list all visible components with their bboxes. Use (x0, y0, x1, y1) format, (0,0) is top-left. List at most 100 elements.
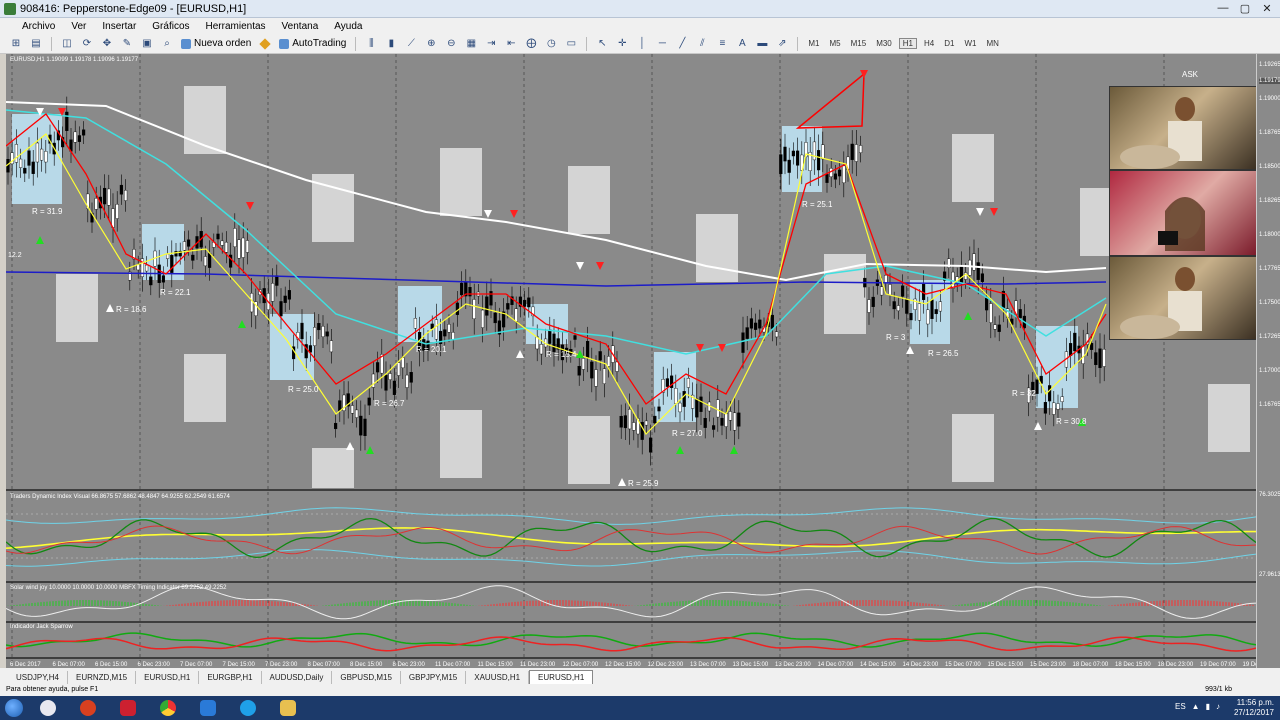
chart-tab[interactable]: EURUSD,H1 (529, 670, 594, 684)
terminal-icon[interactable]: ✎ (119, 36, 135, 52)
indicators-icon[interactable]: ⨁ (523, 36, 539, 52)
timeframe-m5[interactable]: M5 (827, 39, 844, 48)
clock[interactable]: 11:56 p.m. 27/12/2017 (1234, 698, 1274, 718)
new-chart-icon[interactable]: ⊞ (8, 36, 24, 52)
menu-archivo[interactable]: Archivo (6, 21, 63, 32)
chart-tab[interactable]: EURUSD,H1 (136, 671, 200, 684)
up-arrow-icon (618, 478, 626, 486)
market-watch-icon[interactable]: ◫ (59, 36, 75, 52)
menu-graficos[interactable]: Gráficos (144, 21, 197, 32)
chart-tab[interactable]: GBPJPY,M15 (401, 671, 467, 684)
periods-icon[interactable]: ◷ (543, 36, 559, 52)
data-window-icon[interactable]: ⟳ (79, 36, 95, 52)
candle-body (905, 299, 909, 314)
menu-insertar[interactable]: Insertar (94, 21, 144, 32)
crosshair-icon[interactable]: ✛ (614, 36, 630, 52)
candle-body (527, 297, 531, 308)
candle-body (581, 358, 585, 370)
templates-icon[interactable]: ▭ (563, 36, 579, 52)
maximize-button[interactable]: ▢ (1238, 2, 1252, 15)
chart-tab[interactable]: GBPUSD,M15 (332, 671, 401, 684)
candle-body (594, 369, 598, 387)
candle-body (191, 254, 195, 261)
browser-icon[interactable] (70, 697, 106, 719)
navigator-icon[interactable]: ✥ (99, 36, 115, 52)
menu-ver[interactable]: Ver (63, 21, 94, 32)
folder-icon[interactable] (270, 697, 306, 719)
timeframe-h1[interactable]: H1 (898, 38, 917, 49)
zoom-out-icon[interactable]: ⊖ (443, 36, 459, 52)
chart-window[interactable]: R = 31.9 R = 18.6 R = 22.1 R = 25.0 R = 20.1… (6, 54, 1256, 668)
candle-body (934, 309, 938, 315)
timeframe-m15[interactable]: M15 (848, 39, 870, 48)
autotrading-button[interactable]: AutoTrading (277, 36, 348, 52)
candle-body (884, 275, 888, 284)
minimize-button[interactable]: — (1216, 2, 1230, 15)
text-icon[interactable]: A (734, 36, 750, 52)
candle-chart-icon[interactable]: ▮ (383, 36, 399, 52)
candle-body (821, 144, 825, 160)
meta-editor-button[interactable] (257, 36, 273, 52)
candle-body (376, 362, 380, 373)
tester-icon[interactable]: ▣ (139, 36, 155, 52)
candle-body (1098, 348, 1102, 369)
bar-chart-icon[interactable]: ⫼ (363, 36, 379, 52)
vertical-line-icon[interactable]: │ (634, 36, 650, 52)
start-button[interactable] (0, 697, 28, 719)
menu-ayuda[interactable]: Ayuda (326, 21, 370, 32)
timeframe-h4[interactable]: H4 (921, 39, 937, 48)
autotrading-icon (279, 38, 290, 49)
timeframe-w1[interactable]: W1 (961, 39, 979, 48)
r-value-label: R = 27.0 (672, 429, 703, 438)
label-icon[interactable]: ▬ (754, 36, 770, 52)
skype-icon[interactable] (230, 697, 266, 719)
timeframe-mn[interactable]: MN (983, 39, 1001, 48)
chart-tab[interactable]: EURNZD,M15 (68, 671, 137, 684)
chart-tab[interactable]: XAUUSD,H1 (466, 671, 530, 684)
itunes-icon[interactable] (30, 697, 66, 719)
chart-tab[interactable]: USDJPY,H4 (8, 671, 68, 684)
chart-tab[interactable]: EURGBP,H1 (199, 671, 262, 684)
timeframe-d1[interactable]: D1 (941, 39, 957, 48)
channel-icon[interactable]: ⫽ (694, 36, 710, 52)
menu-herramientas[interactable]: Herramientas (198, 21, 274, 32)
volume-icon[interactable]: ♪ (1216, 702, 1220, 711)
chart-tab[interactable]: AUDUSD,Daily (262, 671, 333, 684)
candle-body (745, 327, 749, 339)
chart-shift-icon[interactable]: ⇤ (503, 36, 519, 52)
candle-body (779, 154, 783, 175)
fibonacci-icon[interactable]: ≡ (714, 36, 730, 52)
arrows-icon[interactable]: ⇗ (774, 36, 790, 52)
status-help: Para obtener ayuda, pulse F1 (6, 686, 99, 693)
zoom-in-icon[interactable]: ⊕ (423, 36, 439, 52)
candle-body (775, 331, 779, 338)
r-value-label: R = 30.8 (1056, 417, 1087, 426)
chrome-icon[interactable] (150, 697, 186, 719)
profiles-icon[interactable]: ▤ (28, 36, 44, 52)
language-indicator[interactable]: ES (1175, 702, 1186, 711)
menu-ventana[interactable]: Ventana (274, 21, 327, 32)
close-button[interactable]: ✕ (1260, 2, 1274, 15)
tray-arrow-icon[interactable]: ▲ (1192, 702, 1200, 711)
timeframe-m30[interactable]: M30 (873, 39, 895, 48)
pinterest-icon[interactable] (110, 697, 146, 719)
candle-body (115, 204, 119, 219)
cursor-icon[interactable]: ↖ (594, 36, 610, 52)
candle-body (993, 324, 997, 330)
window-title: 908416: Pepperstone-Edge09 - [EURUSD,H1] (20, 2, 247, 15)
new-order-button[interactable]: Nueva orden (179, 36, 253, 52)
network-icon[interactable]: ▮ (1206, 702, 1210, 711)
timeframe-m1[interactable]: M1 (805, 39, 822, 48)
autoscroll-icon[interactable]: ⇥ (483, 36, 499, 52)
chart-canvas[interactable]: R = 31.9 R = 18.6 R = 22.1 R = 25.0 R = 20.1… (6, 54, 1256, 668)
line-chart-icon[interactable]: ⟋ (403, 36, 419, 52)
zoom-icon[interactable]: ⌕ (159, 36, 175, 52)
candle-body (653, 415, 657, 424)
camera-icon[interactable] (190, 697, 226, 719)
candle-body (720, 417, 724, 426)
horizontal-line-icon[interactable]: ─ (654, 36, 670, 52)
tdi-signal-line (6, 527, 1256, 549)
price-scale[interactable]: 1.19265 1.19000 1.18765 1.18500 1.18265 1.180… (1256, 54, 1280, 668)
trendline-icon[interactable]: ╱ (674, 36, 690, 52)
tile-windows-icon[interactable]: ▦ (463, 36, 479, 52)
